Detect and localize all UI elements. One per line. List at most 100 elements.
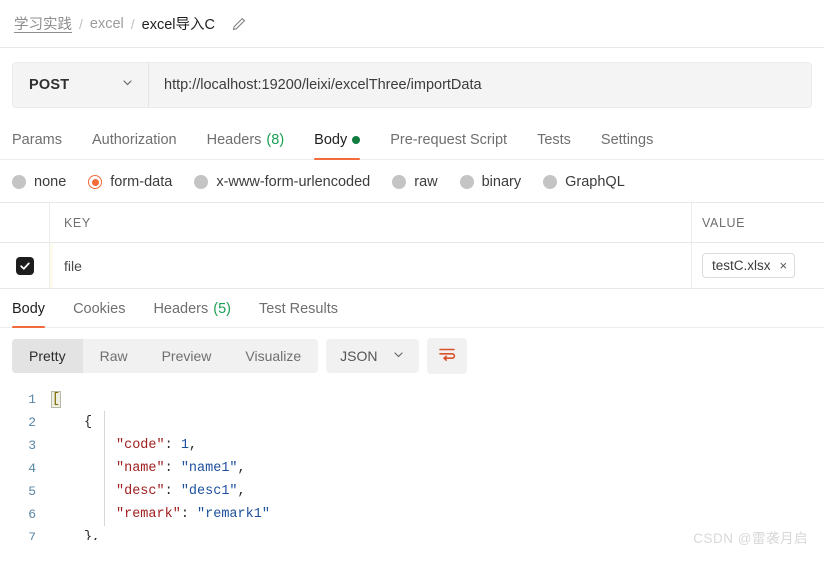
code-line-number: 3: [28, 438, 36, 453]
request-tabs: Params Authorization Headers (8) Body Pr…: [0, 120, 824, 160]
radio-binary[interactable]: binary: [459, 174, 522, 190]
radio-x-www-form-urlencoded[interactable]: x-www-form-urlencoded: [194, 174, 370, 190]
request-url-bar: POST http://localhost:19200/leixi/excelT…: [12, 62, 812, 108]
body-modified-dot-icon: [352, 136, 361, 144]
tab-pre-request-script[interactable]: Pre-request Script: [375, 132, 522, 159]
response-tab-cookies-label: Cookies: [73, 301, 126, 317]
code-token: ,: [237, 484, 246, 499]
radio-form-data[interactable]: form-data: [88, 174, 172, 190]
breadcrumb-folder[interactable]: excel: [90, 16, 124, 32]
code-token: "remark": [116, 507, 181, 522]
code-token: :: [164, 484, 181, 499]
code-line-number: 2: [28, 415, 36, 430]
code-token: "name1": [180, 461, 238, 476]
radio-raw[interactable]: raw: [392, 174, 438, 190]
radio-form-data-icon: [88, 175, 103, 189]
response-tab-test-results[interactable]: Test Results: [245, 301, 352, 327]
remove-file-icon[interactable]: ×: [780, 259, 788, 272]
tab-headers-label: Headers: [206, 132, 262, 148]
breadcrumb-separator-2: /: [130, 15, 135, 32]
body-type-radio-group: none form-data x-www-form-urlencoded raw…: [0, 162, 824, 202]
tab-params[interactable]: Params: [12, 132, 77, 159]
viewer-mode-raw[interactable]: Raw: [83, 339, 145, 373]
response-tab-headers-label: Headers: [153, 301, 209, 317]
tab-body[interactable]: Body: [299, 132, 375, 160]
viewer-mode-group: Pretty Raw Preview Visualize: [12, 339, 319, 373]
response-tab-cookies[interactable]: Cookies: [59, 301, 139, 327]
row-value-cell: testC.xlsx ×: [692, 243, 824, 288]
viewer-mode-pretty[interactable]: Pretty: [12, 339, 83, 373]
http-method-dropdown[interactable]: POST: [13, 63, 149, 107]
code-line: 5 "desc": "desc1",: [0, 480, 824, 503]
radio-none-label: none: [34, 174, 67, 190]
radio-binary-label: binary: [481, 174, 522, 190]
code-token: }: [84, 530, 93, 540]
breadcrumb-separator-1: /: [79, 15, 83, 32]
pencil-icon[interactable]: [231, 16, 247, 32]
viewer-mode-visualize[interactable]: Visualize: [228, 339, 318, 373]
form-data-table: KEY VALUE file testC.xlsx ×: [0, 202, 824, 289]
chevron-down-icon: [392, 348, 405, 364]
code-line-number: 4: [28, 461, 36, 476]
radio-none[interactable]: none: [12, 174, 66, 190]
code-token: ,: [92, 530, 101, 540]
tab-tests[interactable]: Tests: [522, 132, 586, 159]
table-header-checkbox-cell: [0, 203, 50, 242]
radio-raw-label: raw: [414, 174, 438, 190]
tab-params-label: Params: [12, 132, 62, 148]
table-header-row: KEY VALUE: [0, 203, 824, 243]
breadcrumb-root[interactable]: 学习实践: [14, 13, 72, 34]
code-line-text: "desc": "desc1",: [112, 480, 246, 503]
code-line-text: "code": 1,: [112, 434, 197, 457]
tab-authorization-label: Authorization: [91, 132, 177, 148]
code-token: 1: [180, 438, 189, 453]
breadcrumb-current[interactable]: excel导入C: [142, 13, 215, 34]
code-token: :: [164, 438, 181, 453]
code-line: 3 "code": 1,: [0, 434, 824, 457]
tab-headers[interactable]: Headers (8): [192, 132, 300, 159]
radio-graphql[interactable]: GraphQL: [543, 174, 625, 190]
radio-graphql-icon: [543, 175, 558, 189]
code-line-text: {: [80, 411, 92, 434]
response-format-dropdown[interactable]: JSON: [326, 339, 419, 373]
tab-settings[interactable]: Settings: [586, 132, 668, 159]
code-token: {: [84, 415, 93, 430]
response-viewer-toolbar: Pretty Raw Preview Visualize JSON: [0, 328, 824, 382]
code-token: "name": [116, 461, 165, 476]
code-token: "remark1": [197, 507, 270, 522]
code-token: "desc": [116, 484, 165, 499]
table-header-value: VALUE: [702, 215, 746, 230]
row-checkbox-cell: [0, 243, 50, 288]
response-tab-body[interactable]: Body: [12, 301, 59, 328]
row-checkbox[interactable]: [15, 256, 34, 275]
radio-x-www-form-urlencoded-icon: [194, 175, 209, 189]
response-body-code[interactable]: 1[2{3 "code": 1, 4 "name": "name1", 5 "desc":…: [0, 382, 824, 540]
tab-pre-request-script-label: Pre-request Script: [390, 132, 508, 148]
file-chip-name: testC.xlsx: [712, 258, 771, 273]
radio-binary-icon: [459, 175, 474, 189]
code-line-text: },: [80, 526, 100, 540]
http-method-label: POST: [29, 77, 70, 93]
tab-authorization[interactable]: Authorization: [77, 132, 192, 159]
row-key-input[interactable]: file: [50, 243, 692, 288]
response-tab-headers[interactable]: Headers (5): [139, 301, 245, 327]
radio-form-data-label: form-data: [110, 174, 173, 190]
watermark: CSDN @雷袭月启: [693, 531, 808, 546]
code-line: 1[: [0, 388, 824, 411]
viewer-mode-preview[interactable]: Preview: [145, 339, 229, 373]
chevron-down-icon: [121, 76, 134, 94]
file-chip[interactable]: testC.xlsx ×: [702, 253, 796, 278]
code-token: "desc1": [180, 484, 238, 499]
code-token: [: [50, 391, 62, 408]
url-input[interactable]: http://localhost:19200/leixi/excelThree/…: [149, 63, 811, 107]
code-line-number: 1: [28, 392, 36, 407]
table-header-key: KEY: [50, 203, 692, 242]
code-line: 2{: [0, 411, 824, 434]
response-tab-headers-count: (5): [213, 301, 231, 317]
response-tab-body-label: Body: [12, 301, 46, 317]
radio-x-www-form-urlencoded-label: x-www-form-urlencoded: [216, 174, 371, 190]
breadcrumb: 学习实践 / excel / excel导入C: [0, 0, 824, 48]
radio-graphql-label: GraphQL: [565, 174, 625, 190]
code-line-text: [: [48, 388, 62, 411]
wrap-text-button[interactable]: [426, 338, 467, 374]
